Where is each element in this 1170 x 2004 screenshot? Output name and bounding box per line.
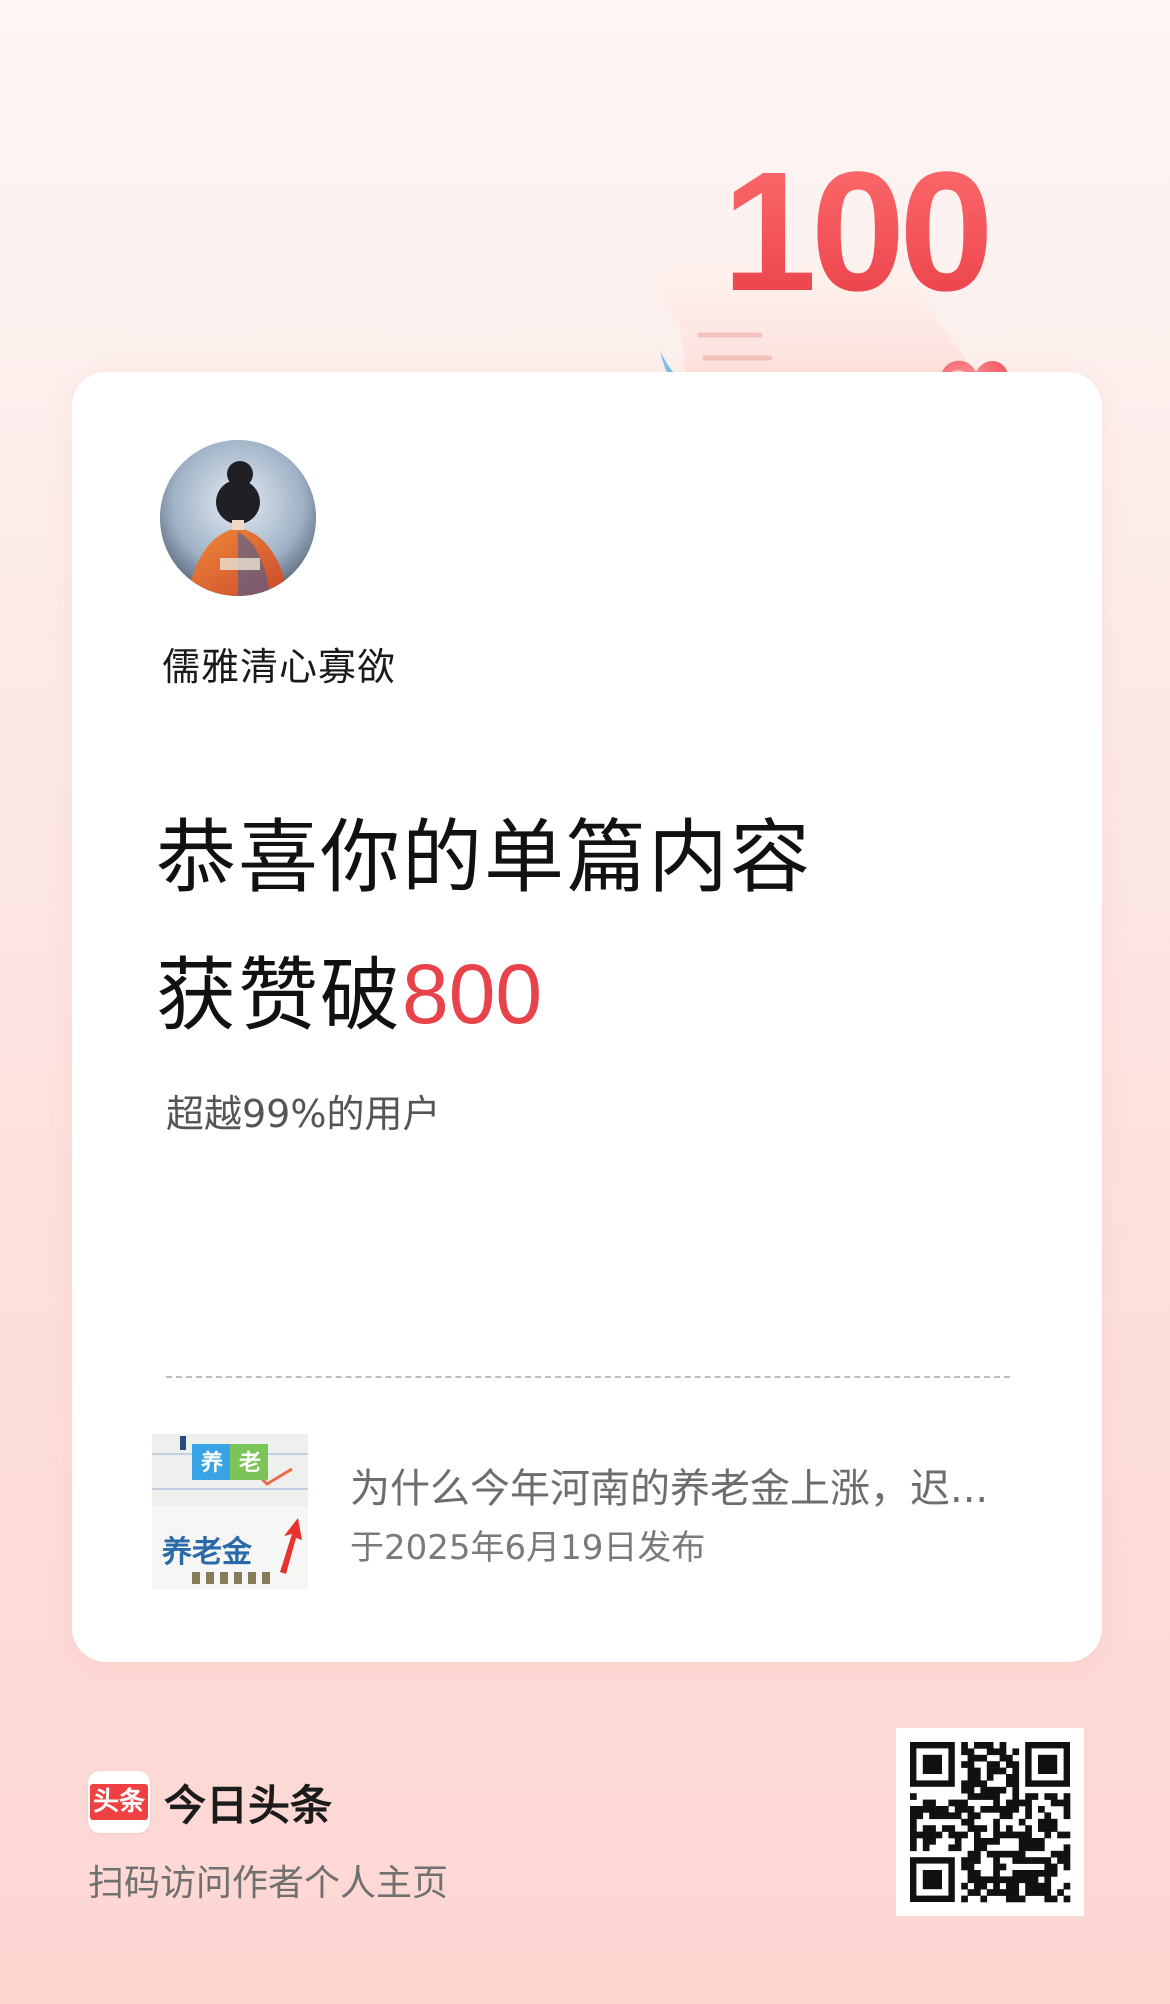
achievement-headline: 恭喜你的单篇内容 获赞破800	[156, 790, 812, 1064]
pension-thumbnail-image: 养 老 养老金	[152, 1434, 308, 1590]
article-date: 于2025年6月19日发布	[350, 1528, 706, 1568]
username: 儒雅清心寡欲	[162, 645, 397, 689]
headline-line-2: 获赞破800	[156, 926, 812, 1064]
avatar-image	[160, 440, 316, 596]
thumb-tag-char-2: 老	[238, 1451, 261, 1476]
dashed-divider	[166, 1376, 1010, 1378]
headline-prefix: 获赞破	[156, 949, 402, 1042]
headline-line-1: 恭喜你的单篇内容	[156, 811, 812, 904]
thumb-tag-char-1: 养	[200, 1450, 223, 1476]
avatar[interactable]	[160, 440, 316, 596]
likes-count: 800	[402, 947, 543, 1041]
logo-text: 头条	[89, 1784, 148, 1820]
brand: 头条 今日头条	[88, 1770, 332, 1834]
thumb-title: 养老金	[162, 1535, 253, 1570]
article-title[interactable]: 为什么今年河南的养老金上涨，迟...	[350, 1456, 1010, 1514]
scan-hint: 扫码访问作者个人主页	[88, 1863, 449, 1904]
qr-code-icon	[896, 1728, 1084, 1916]
qr-code-image	[896, 1728, 1084, 1916]
brand-name: 今日头条	[164, 1780, 333, 1830]
toutiao-logo-icon: 头条	[88, 1771, 150, 1833]
article-thumbnail[interactable]: 养 老 养老金	[152, 1434, 308, 1590]
badge-number: 100	[722, 160, 988, 327]
rank-text: 超越99%的用户	[166, 1092, 441, 1136]
